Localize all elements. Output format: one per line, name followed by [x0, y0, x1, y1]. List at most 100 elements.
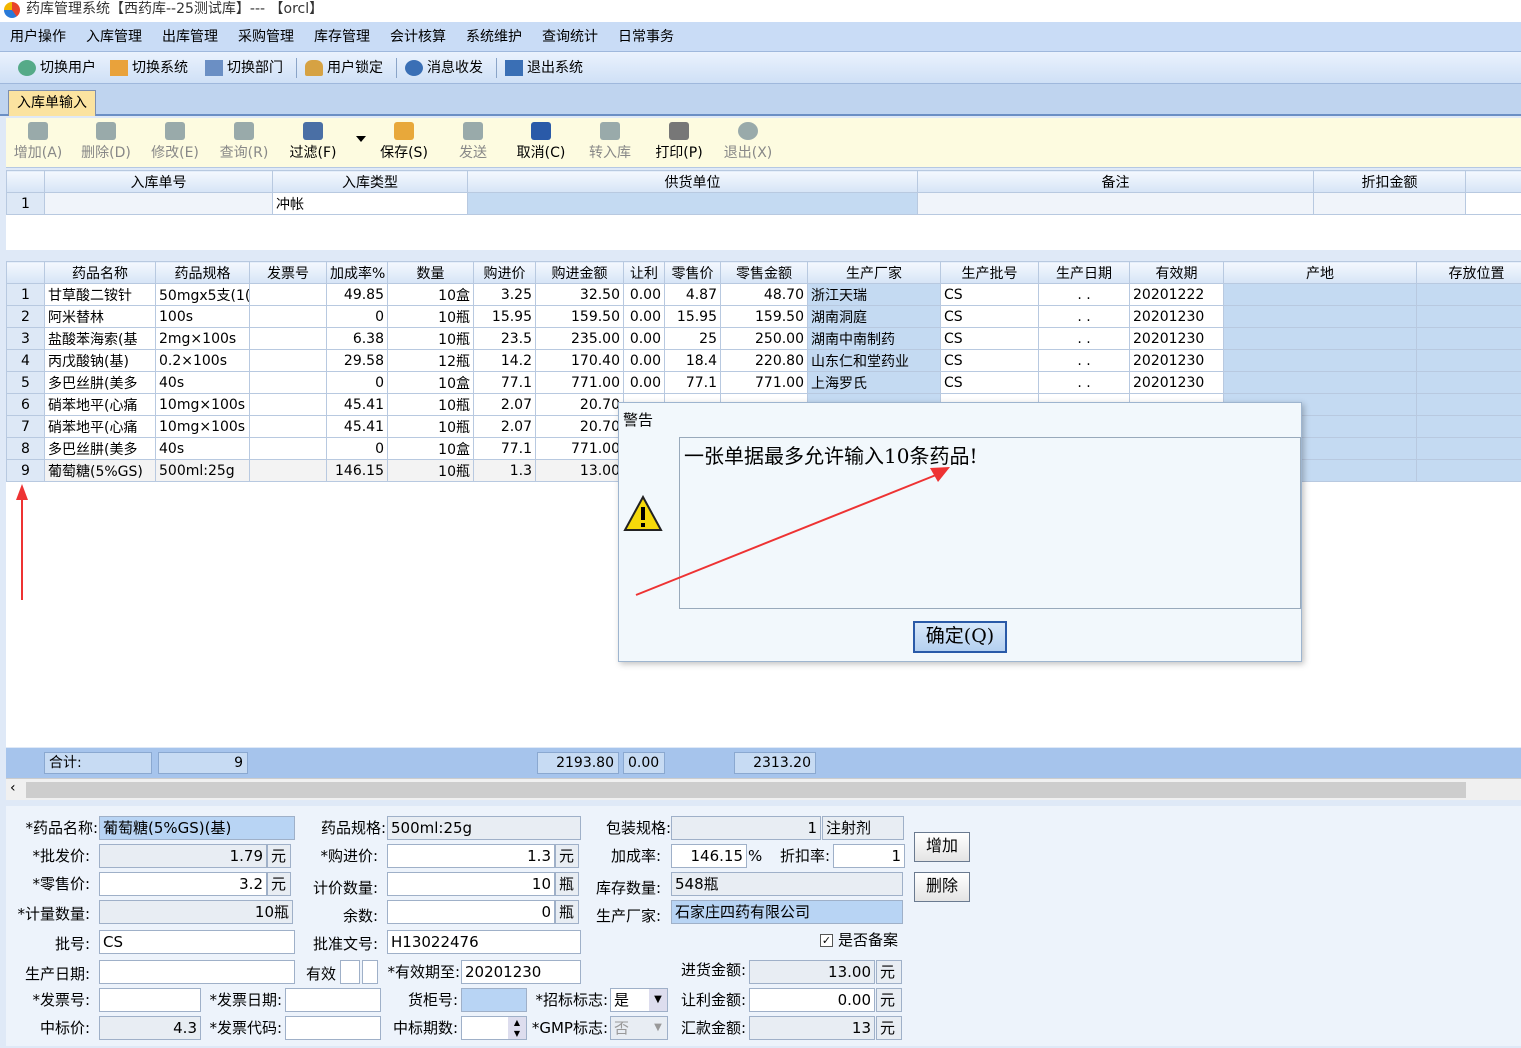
col-header[interactable]: 零售金额 — [720, 261, 808, 284]
table-cell[interactable]: 1.3 — [473, 459, 536, 482]
bid-price-field[interactable]: 4.3 — [99, 1016, 201, 1040]
table-cell[interactable]: 10盒 — [387, 437, 474, 460]
menu-stock[interactable]: 库存管理 — [304, 22, 380, 52]
table-cell[interactable] — [249, 349, 327, 372]
horizontal-scrollbar[interactable]: ‹ — [6, 778, 1521, 800]
filter-button[interactable]: 过滤(F) — [283, 122, 343, 162]
remark-cell[interactable] — [917, 192, 1314, 215]
exit-system-button[interactable]: 退出系统 — [505, 58, 583, 78]
discount-field[interactable]: 1 — [833, 844, 905, 868]
col-supplier[interactable]: 供货单位 — [467, 170, 918, 193]
table-cell[interactable]: 硝苯地平(心痛 — [44, 415, 156, 438]
table-cell[interactable]: 100s — [155, 305, 250, 328]
table-cell[interactable] — [249, 437, 327, 460]
menu-query[interactable]: 查询统计 — [532, 22, 608, 52]
table-cell[interactable]: 阿米替林 — [44, 305, 156, 328]
manufacture-date-field[interactable] — [99, 960, 295, 984]
table-cell[interactable]: 170.40 — [535, 349, 624, 372]
transfer-button[interactable]: 转入库 — [580, 122, 640, 162]
spec-field[interactable]: 500ml:25g — [387, 816, 581, 840]
table-cell[interactable]: 15.95 — [473, 305, 536, 328]
receipt-type-cell[interactable]: 冲帐 — [272, 192, 468, 215]
col-header[interactable]: 零售价 — [664, 261, 721, 284]
table-cell[interactable]: 多巴丝肼(美多 — [44, 371, 156, 394]
table-cell[interactable]: 45.41 — [326, 393, 388, 416]
save-button[interactable]: 保存(S) — [374, 122, 434, 162]
table-cell[interactable]: 45.41 — [326, 415, 388, 438]
table-row[interactable]: 4 丙戊酸钠(基) 0.2×100s 29.58 12瓶 14.2 170.40 0.00 18… — [6, 349, 1521, 372]
col-header[interactable]: 让利 — [623, 261, 665, 284]
col-header[interactable]: 生产批号 — [940, 261, 1039, 284]
table-cell[interactable]: 250.00 — [720, 327, 808, 350]
table-cell[interactable]: 220.80 — [720, 349, 808, 372]
table-cell[interactable]: 湖南中南制药 — [807, 327, 941, 350]
table-cell[interactable]: 2.07 — [473, 393, 536, 416]
table-cell[interactable]: 山东仁和堂药业 — [807, 349, 941, 372]
table-cell[interactable]: . . — [1038, 283, 1130, 306]
table-cell[interactable]: 10瓶 — [387, 459, 474, 482]
table-cell[interactable]: 0 — [326, 371, 388, 394]
table-cell[interactable]: 10瓶 — [387, 327, 474, 350]
table-cell[interactable]: 20.70 — [535, 415, 624, 438]
pack-unit-field[interactable]: 注射剂 — [822, 816, 904, 840]
table-cell[interactable]: 20.70 — [535, 393, 624, 416]
lock-user-button[interactable]: 用户锁定 — [305, 58, 383, 78]
edit-button[interactable]: 修改(E) — [145, 122, 205, 162]
exit-button[interactable]: 退出(X) — [718, 122, 778, 162]
record-checkbox[interactable]: ✓ — [820, 934, 833, 947]
table-cell[interactable]: 159.50 — [535, 305, 624, 328]
table-cell[interactable] — [1416, 349, 1521, 372]
table-cell[interactable]: 29.58 — [326, 349, 388, 372]
retail-field[interactable]: 3.2 — [99, 872, 267, 896]
ok-button[interactable]: 确定(Q) — [913, 621, 1007, 653]
table-cell[interactable]: CS — [940, 349, 1039, 372]
menu-outbound[interactable]: 出库管理 — [152, 22, 228, 52]
bid-period-spinner[interactable]: ▲ ▼ — [461, 1016, 527, 1040]
table-cell[interactable]: 0.00 — [623, 283, 665, 306]
table-cell[interactable]: 10瓶 — [387, 393, 474, 416]
table-cell[interactable]: 浙江天瑞 — [807, 283, 941, 306]
table-cell[interactable]: 40s — [155, 371, 250, 394]
table-cell[interactable]: . . — [1038, 327, 1130, 350]
switch-user-button[interactable]: 切换用户 — [18, 58, 96, 78]
table-cell[interactable]: 32.50 — [535, 283, 624, 306]
table-cell[interactable] — [249, 305, 327, 328]
expire-field[interactable]: 20201230 — [461, 960, 581, 984]
col-header[interactable]: 有效期 — [1129, 261, 1224, 284]
shelf-field[interactable] — [461, 988, 527, 1012]
table-cell[interactable]: 0.00 — [623, 305, 665, 328]
table-cell[interactable]: 14.2 — [473, 349, 536, 372]
scroll-thumb[interactable] — [26, 782, 1466, 798]
table-cell[interactable] — [249, 283, 327, 306]
chevron-down-icon[interactable]: ▼ — [649, 989, 667, 1011]
valid-field-b[interactable] — [362, 960, 378, 984]
col-header[interactable]: 存放位置 — [1416, 261, 1521, 284]
table-cell[interactable]: 12瓶 — [387, 349, 474, 372]
table-cell[interactable] — [1223, 371, 1417, 394]
table-cell[interactable]: CS — [940, 283, 1039, 306]
table-cell[interactable]: 3.25 — [473, 283, 536, 306]
table-cell[interactable]: 25 — [664, 327, 721, 350]
table-cell[interactable]: . . — [1038, 305, 1130, 328]
table-cell[interactable]: 0.2×100s — [155, 349, 250, 372]
table-row[interactable]: 1 甘草酸二铵针 50mgx5支(1(49.85 10盒 3.25 32.50 0.00 4.… — [6, 283, 1521, 306]
table-cell[interactable]: 10瓶 — [387, 305, 474, 328]
tab-inbound-entry[interactable]: 入库单输入 — [8, 90, 96, 116]
col-header[interactable]: 数量 — [387, 261, 474, 284]
drug-name-field[interactable]: 葡萄糖(5%GS)(基) — [99, 816, 295, 840]
table-cell[interactable]: 77.1 — [473, 371, 536, 394]
rebate-field[interactable]: 0.00 — [749, 988, 875, 1012]
table-cell[interactable]: 0 — [326, 437, 388, 460]
wholesale-field[interactable]: 1.79 — [99, 844, 267, 868]
col-header[interactable]: 药品名称 — [44, 261, 156, 284]
valid-field-a[interactable] — [340, 960, 360, 984]
bid-flag-select[interactable]: 是 ▼ — [610, 988, 668, 1012]
table-cell[interactable]: 10盒 — [387, 283, 474, 306]
table-row[interactable]: 5 多巴丝肼(美多 40s 0 10盒 77.1 771.00 0.00 77.1 771.00 上… — [6, 371, 1521, 394]
table-cell[interactable]: 146.15 — [326, 459, 388, 482]
menu-daily[interactable]: 日常事务 — [608, 22, 684, 52]
col-header[interactable]: 生产日期 — [1038, 261, 1130, 284]
table-cell[interactable] — [1416, 371, 1521, 394]
table-cell[interactable]: CS — [940, 371, 1039, 394]
table-cell[interactable] — [249, 371, 327, 394]
